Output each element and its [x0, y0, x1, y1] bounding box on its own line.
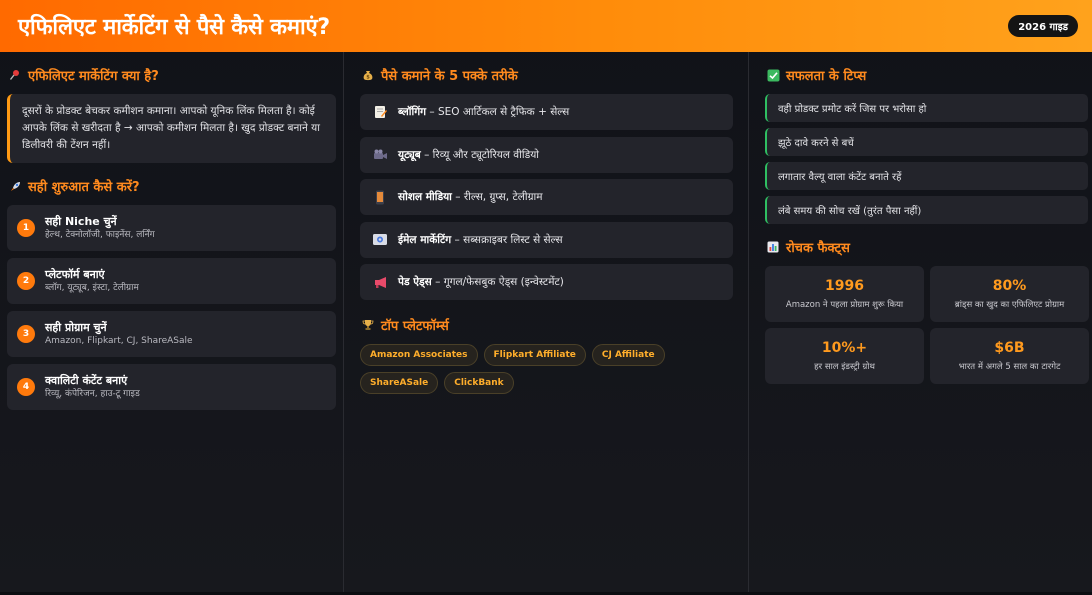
- method-name: सोशल मीडिया: [398, 191, 452, 203]
- method-desc: – रील्स, ग्रुप्स, टेलीग्राम: [451, 191, 543, 203]
- methods-title-text: पैसे कमाने के 5 पक्के तरीके: [381, 69, 518, 84]
- method-desc: – गूगल/फेसबुक ऐड्स (इन्वेस्टमेंट): [431, 276, 564, 288]
- fact-value: 1996: [825, 278, 864, 294]
- rocket-icon: [8, 180, 22, 193]
- fact-label: ब्रांड्स का खुद का एफिलिएट प्रोग्राम: [954, 300, 1065, 310]
- right-column: सफलता के टिप्स वही प्रोडक्ट प्रमोट करें …: [749, 52, 1092, 592]
- platforms-title-text: टॉप प्लेटफॉर्म्स: [381, 319, 449, 334]
- trophy-icon: [361, 319, 375, 331]
- method-item: ब्लॉगिंग – SEO आर्टिकल से ट्रैफिक + सेल्…: [360, 94, 733, 130]
- page-title: एफिलिएट मार्केटिंग से पैसे कैसे कमाएं?: [18, 15, 330, 40]
- tip-item: लगातार वैल्यू वाला कंटेंट बनाते रहें: [765, 162, 1088, 190]
- method-item: यूट्यूब – रिव्यू और ट्यूटोरियल वीडियो: [360, 136, 733, 173]
- step-title: सही प्रोग्राम चुनें: [45, 320, 107, 334]
- video-camera-icon: [372, 149, 388, 161]
- platform-chip[interactable]: ShareASale: [360, 372, 439, 394]
- intro-section-title: एफिलिएट मार्केटिंग क्या है?: [8, 66, 336, 84]
- tip-item: वही प्रोडक्ट प्रमोट करें जिस पर भरोसा हो: [765, 94, 1088, 122]
- step-number: 3: [17, 325, 35, 343]
- pushpin-icon: [8, 69, 22, 81]
- step-card: 4 क्वालिटी कंटेंट बनाएं रिव्यू, कंपेरिजन…: [7, 364, 336, 410]
- method-item: पेड ऐड्स – गूगल/फेसबुक ऐड्स (इन्वेस्टमें…: [360, 264, 733, 300]
- method-desc: – रिव्यू और ट्यूटोरियल वीडियो: [420, 148, 540, 161]
- step-title: सही Niche चुनें: [45, 214, 117, 228]
- check-mark-icon: [766, 69, 780, 82]
- step-title: क्वालिटी कंटेंट बनाएं: [45, 373, 128, 387]
- step-card: 3 सही प्रोग्राम चुनें Amazon, Flipkart, …: [7, 311, 336, 357]
- fact-label: भारत में अगले 5 साल का टारगेट: [958, 362, 1061, 372]
- step-subtitle: रिव्यू, कंपेरिजन, हाउ-टू गाइड: [45, 388, 140, 399]
- main-columns: एफिलिएट मार्केटिंग क्या है? दूसरों के प्…: [0, 52, 1092, 592]
- fact-card: $6B भारत में अगले 5 साल का टारगेट: [930, 328, 1089, 384]
- fact-value: 10%+: [821, 340, 868, 356]
- tips-section-title: सफलता के टिप्स: [766, 66, 1088, 84]
- methods-section-title: $ पैसे कमाने के 5 पक्के तरीके: [361, 66, 733, 84]
- platforms-section-title: टॉप प्लेटफॉर्म्स: [361, 316, 733, 334]
- step-number: 4: [17, 378, 35, 396]
- start-section-title: सही शुरुआत कैसे करें?: [8, 177, 336, 195]
- fact-value: 80%: [992, 278, 1027, 294]
- method-desc: – सब्सक्राइबर लिस्ट से सेल्स: [451, 233, 563, 246]
- fact-card: 1996 Amazon ने पहला प्रोग्राम शुरू किया: [765, 266, 924, 322]
- money-bag-icon: $: [361, 69, 375, 81]
- fact-card: 80% ब्रांड्स का खुद का एफिलिएट प्रोग्राम: [930, 266, 1089, 322]
- fact-card: 10%+ हर साल इंडस्ट्री ग्रोथ: [765, 328, 924, 384]
- tip-item: लंबे समय की सोच रखें (तुरंत पैसा नहीं): [765, 196, 1088, 224]
- megaphone-icon: [372, 276, 388, 289]
- step-number: 1: [17, 219, 35, 237]
- method-name: पेड ऐड्स: [398, 276, 432, 288]
- facts-section-title: रोचक फैक्ट्स: [766, 238, 1088, 256]
- method-item: सोशल मीडिया – रील्स, ग्रुप्स, टेलीग्राम: [360, 179, 733, 215]
- middle-column: $ पैसे कमाने के 5 पक्के तरीके ब्लॉगिंग –…: [344, 52, 749, 592]
- page-header: एफिलिएट मार्केटिंग से पैसे कैसे कमाएं? 2…: [0, 0, 1092, 52]
- step-subtitle: Amazon, Flipkart, CJ, ShareASale: [45, 335, 193, 346]
- step-subtitle: ब्लॉग, यूट्यूब, इंस्टा, टेलीग्राम: [45, 282, 139, 293]
- methods-list: ब्लॉगिंग – SEO आर्टिकल से ट्रैफिक + सेल्…: [360, 94, 733, 300]
- step-title: प्लेटफॉर्म बनाएं: [45, 267, 105, 281]
- platform-chip[interactable]: Flipkart Affiliate: [483, 344, 586, 366]
- tips-title-text: सफलता के टिप्स: [786, 69, 867, 84]
- method-item: ईमेल मार्केटिंग – सब्सक्राइबर लिस्ट से स…: [360, 221, 733, 258]
- step-card: 2 प्लेटफॉर्म बनाएं ब्लॉग, यूट्यूब, इंस्ट…: [7, 258, 336, 304]
- method-name: ईमेल मार्केटिंग: [398, 233, 452, 246]
- fact-value: $6B: [994, 340, 1025, 356]
- method-name: यूट्यूब: [398, 148, 421, 161]
- platform-chips: Amazon Associates Flipkart Affiliate CJ …: [360, 344, 733, 394]
- step-number: 2: [17, 272, 35, 290]
- method-desc: – SEO आर्टिकल से ट्रैफिक + सेल्स: [426, 106, 570, 118]
- fact-label: हर साल इंडस्ट्री ग्रोथ: [814, 362, 875, 372]
- guide-year-badge: 2026 गाइड: [1008, 15, 1078, 37]
- method-name: ब्लॉगिंग: [398, 106, 427, 118]
- mobile-phone-icon: [372, 190, 388, 205]
- start-title-text: सही शुरुआत कैसे करें?: [28, 180, 140, 195]
- intro-card: दूसरों के प्रोडक्ट बेचकर कमीशन कमाना। आप…: [7, 94, 336, 163]
- tips-list: वही प्रोडक्ट प्रमोट करें जिस पर भरोसा हो…: [765, 94, 1088, 224]
- step-card: 1 सही Niche चुनें हेल्थ, टेक्नोलॉजी, फाइ…: [7, 205, 336, 251]
- platform-chip[interactable]: CJ Affiliate: [591, 344, 665, 366]
- left-column: एफिलिएट मार्केटिंग क्या है? दूसरों के प्…: [0, 52, 344, 592]
- fact-label: Amazon ने पहला प्रोग्राम शुरू किया: [785, 300, 904, 310]
- email-icon: [372, 233, 388, 246]
- tip-item: झूठे दावे करने से बचें: [765, 128, 1088, 156]
- svg-text:$: $: [366, 74, 370, 80]
- bar-chart-icon: [766, 241, 780, 253]
- intro-title-text: एफिलिएट मार्केटिंग क्या है?: [28, 69, 159, 84]
- steps-list: 1 सही Niche चुनें हेल्थ, टेक्नोलॉजी, फाइ…: [7, 205, 336, 410]
- platform-chip[interactable]: ClickBank: [444, 372, 514, 394]
- facts-grid: 1996 Amazon ने पहला प्रोग्राम शुरू किया …: [765, 266, 1089, 384]
- step-subtitle: हेल्थ, टेक्नोलॉजी, फाइनेंस, लर्निंग: [45, 229, 155, 240]
- platform-chip[interactable]: Amazon Associates: [360, 344, 478, 366]
- memo-icon: [372, 105, 388, 119]
- facts-title-text: रोचक फैक्ट्स: [786, 241, 850, 256]
